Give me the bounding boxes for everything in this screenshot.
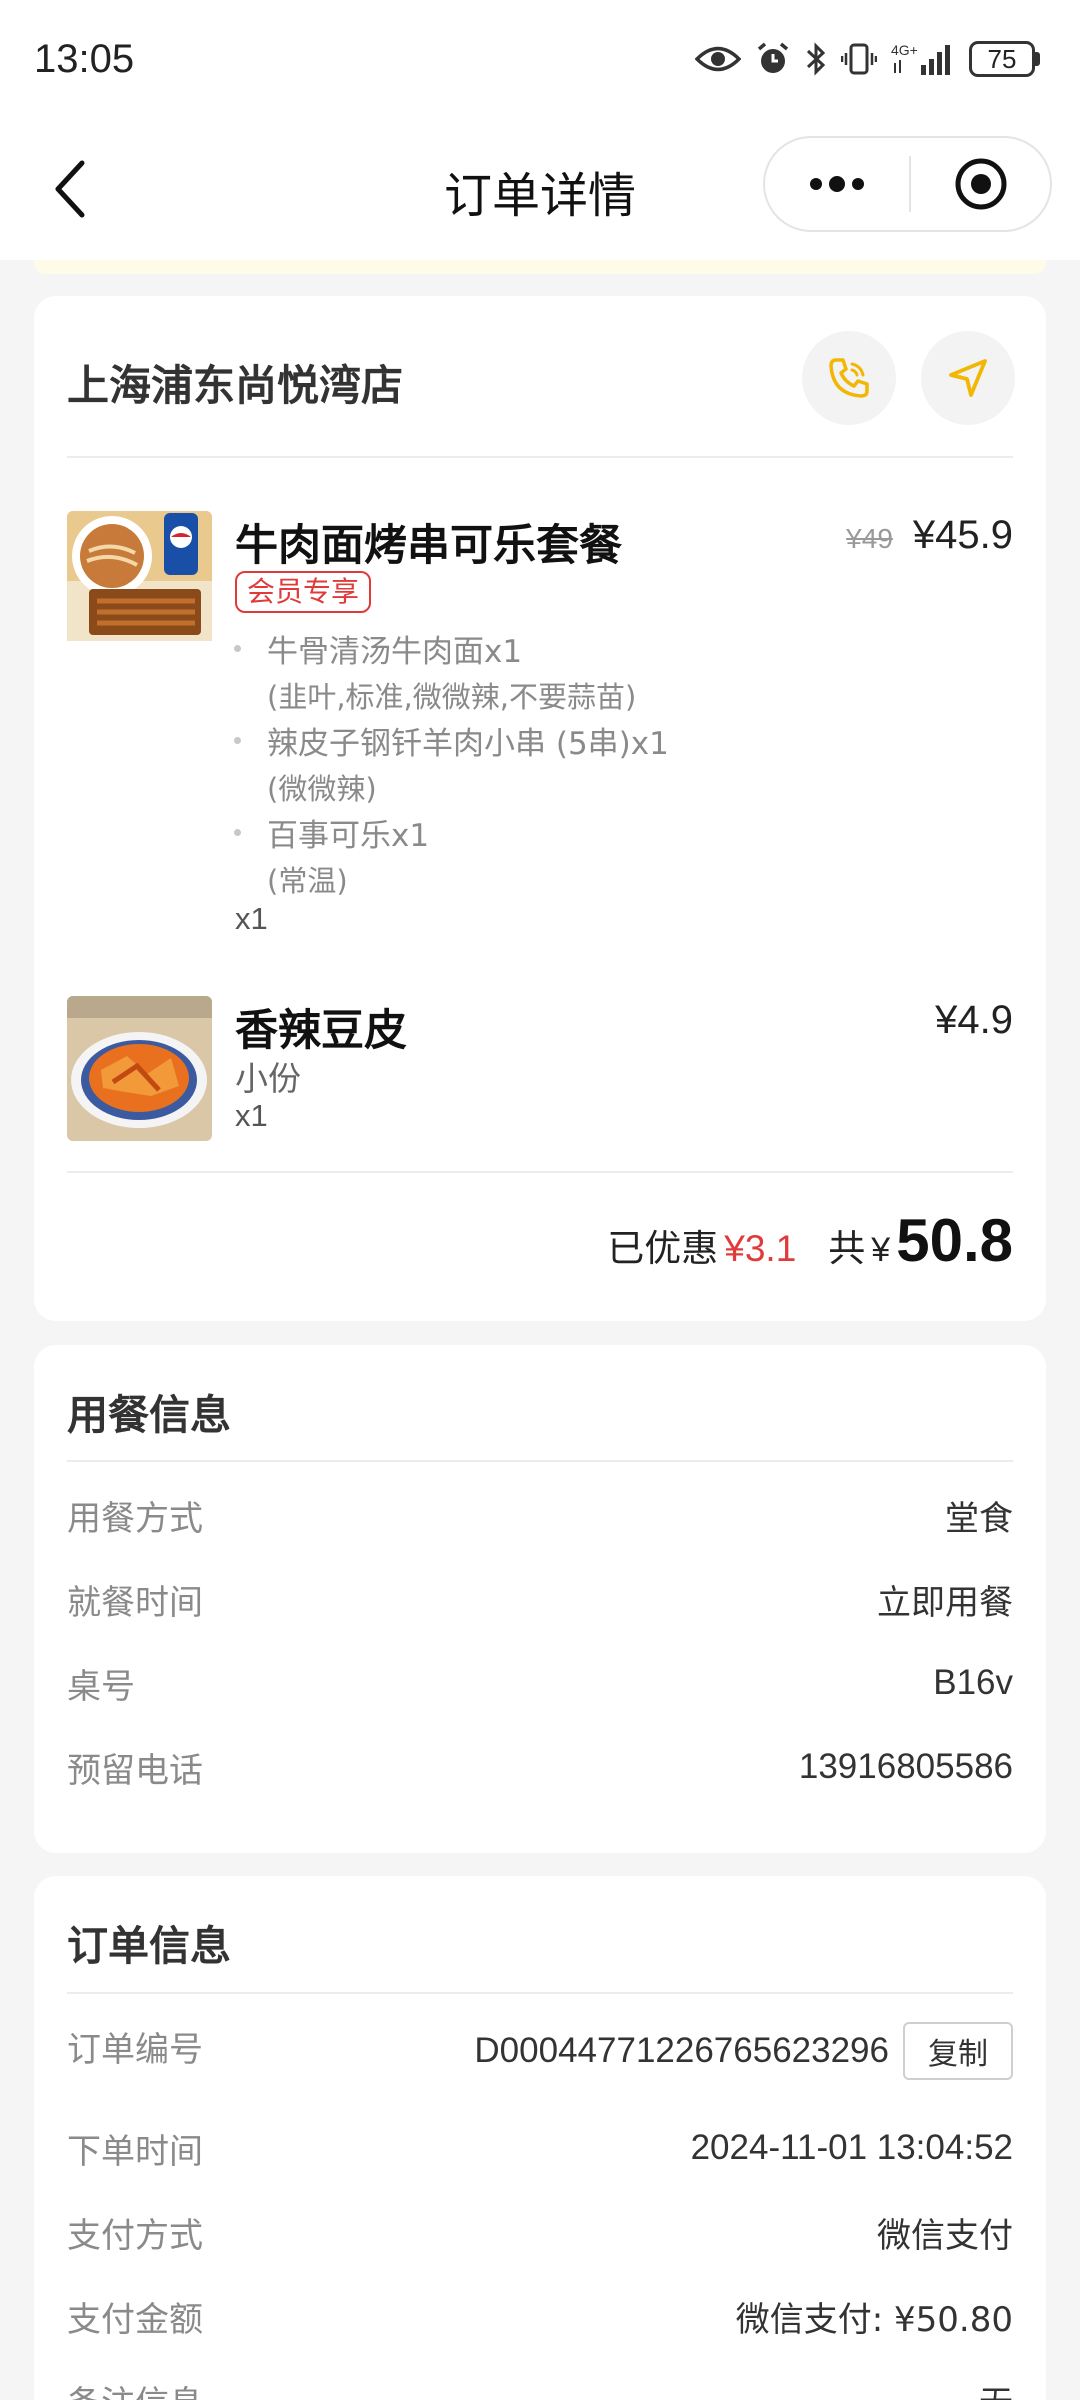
dining-info-card: 用餐信息 用餐方式 堂食 就餐时间 立即用餐 桌号 B16v 预留电话 1391… <box>34 1345 1046 1853</box>
currency-symbol: ¥ <box>871 1231 891 1269</box>
info-row-order-number: 订单编号 D0004477122676562329​6 复制 <box>67 2022 1013 2082</box>
item-price: ¥4.9 <box>935 998 1013 1043</box>
store-name: 上海浦东尚悦湾店 <box>67 361 404 410</box>
item-quantity: x1 <box>235 901 268 936</box>
combo-sub-item: 辣皮子钢钎羊肉小串 (5串)x1 (微微辣) <box>234 721 669 811</box>
sub-item-name: 牛骨清汤牛肉面x1 <box>267 634 523 670</box>
original-price: ¥49 <box>846 523 893 554</box>
more-dots-icon <box>810 176 864 192</box>
signal-4g-icon: 4G+ <box>891 42 950 75</box>
order-info-card: 订单信息 订单编号 D0004477122676562329​6 复制 下单时间… <box>34 1876 1046 2400</box>
total-label: 共 <box>828 1227 866 1270</box>
nav-bar: 订单详情 <box>0 118 1080 260</box>
info-row-phone: 预留电话 13916805586 <box>67 1742 1013 1792</box>
item-name: 香辣豆皮 <box>235 1006 407 1056</box>
more-button[interactable] <box>765 138 909 230</box>
row-value: 微信支付: ¥50.80 <box>735 2299 1013 2340</box>
sub-item-name: 百事可乐x1 <box>267 818 430 854</box>
status-time: 13:05 <box>34 36 135 81</box>
item-name: 牛肉面烤串可乐套餐 <box>235 521 622 571</box>
row-value: D0004477122676562329​6 复制 <box>474 2022 1013 2080</box>
row-value: 无 <box>979 2376 1013 2400</box>
info-row-order-time: 下单时间 2024-11-01 13:04:52 <box>67 2123 1013 2173</box>
status-icons: 4G+ 75 <box>695 41 1040 77</box>
status-bar: 13:05 4G+ 75 <box>0 0 1080 118</box>
notice-strip <box>34 260 1046 274</box>
total-amount: 50.8 <box>896 1207 1013 1274</box>
navigation-arrow-icon <box>949 359 987 397</box>
miniprogram-capsule <box>763 136 1052 232</box>
sub-item-name: 辣皮子钢钎羊肉小串 (5串)x1 <box>267 726 669 762</box>
info-row-dining-mode: 用餐方式 堂食 <box>67 1490 1013 1540</box>
close-miniprogram-button[interactable] <box>911 138 1050 230</box>
row-value: 微信支付 <box>877 2215 1013 2256</box>
order-number: D0004477122676562329​6 <box>474 2031 889 2070</box>
info-row-payment-method: 支付方式 微信支付 <box>67 2207 1013 2257</box>
combo-sub-item: 百事可乐x1 (常温) <box>234 813 669 903</box>
list-item[interactable]: 牛肉面烤串可乐套餐 ¥49 ¥45.9 会员专享 牛骨清汤牛肉面x1 (韭叶,标… <box>67 511 1013 951</box>
row-value: 2024-11-01 13:04:52 <box>690 2128 1013 2167</box>
member-exclusive-badge: 会员专享 <box>235 571 372 613</box>
row-value: 立即用餐 <box>877 1582 1013 1623</box>
phone-icon <box>829 358 869 398</box>
discount-label: 已优惠 <box>607 1227 719 1270</box>
row-label: 用餐方式 <box>67 1498 203 1539</box>
bluetooth-icon <box>806 42 826 76</box>
section-title: 用餐信息 <box>67 1391 231 1439</box>
section-title: 订单信息 <box>67 1922 231 1970</box>
target-close-icon <box>955 158 1006 210</box>
call-store-button[interactable] <box>802 331 896 425</box>
battery-indicator: 75 <box>969 41 1040 77</box>
info-row-table-number: 桌号 B16v <box>67 1658 1013 1708</box>
item-spec: 小份 <box>235 1059 301 1098</box>
eye-icon <box>695 46 741 72</box>
row-label: 下单时间 <box>67 2131 203 2172</box>
info-row-remarks: 备注信息 无 <box>67 2375 1013 2400</box>
list-item[interactable]: 香辣豆皮 ¥4.9 小份 x1 <box>67 996 1013 1146</box>
row-label: 就餐时间 <box>67 1582 203 1623</box>
row-label: 订单编号 <box>67 2030 203 2070</box>
order-summary: 已优惠 ¥3.1 共 ¥ 50.8 <box>607 1206 1013 1275</box>
item-quantity: x1 <box>235 1098 268 1133</box>
order-items-card: 上海浦东尚悦湾店 牛肉面烤串可乐套餐 ¥49 ¥45.9 会员专享 牛骨清汤牛肉… <box>34 296 1046 1321</box>
row-value: B16v <box>933 1663 1013 1702</box>
row-label: 支付金额 <box>67 2299 203 2340</box>
row-label: 预留电话 <box>67 1750 203 1791</box>
row-label: 备注信息 <box>67 2376 203 2400</box>
copy-button[interactable]: 复制 <box>903 2022 1013 2080</box>
sub-item-option: (常温) <box>267 864 348 898</box>
sub-item-option: (微微辣) <box>267 772 377 806</box>
svg-text:4G+: 4G+ <box>891 42 918 58</box>
item-image <box>67 996 212 1141</box>
info-row-payment-amount: 支付金额 微信支付: ¥50.80 <box>67 2291 1013 2341</box>
info-row-dining-time: 就餐时间 立即用餐 <box>67 1574 1013 1624</box>
combo-sub-items: 牛骨清汤牛肉面x1 (韭叶,标准,微微辣,不要蒜苗) 辣皮子钢钎羊肉小串 (5串… <box>234 629 669 905</box>
row-label: 桌号 <box>67 1666 135 1707</box>
alarm-icon <box>757 42 789 73</box>
battery-level: 75 <box>969 41 1035 77</box>
current-price: ¥45.9 <box>912 513 1013 557</box>
sub-item-option: (韭叶,标准,微微辣,不要蒜苗) <box>267 680 637 714</box>
vibrate-icon <box>841 43 877 75</box>
combo-sub-item: 牛骨清汤牛肉面x1 (韭叶,标准,微微辣,不要蒜苗) <box>234 629 669 719</box>
current-price: ¥4.9 <box>935 998 1013 1042</box>
item-image <box>67 511 212 656</box>
item-price: ¥49 ¥45.9 <box>846 513 1013 558</box>
row-value: 13916805586 <box>798 1747 1013 1786</box>
row-value: 堂食 <box>945 1498 1013 1539</box>
discount-amount: ¥3.1 <box>724 1228 797 1269</box>
navigate-button[interactable] <box>921 331 1015 425</box>
row-label: 支付方式 <box>67 2215 203 2256</box>
